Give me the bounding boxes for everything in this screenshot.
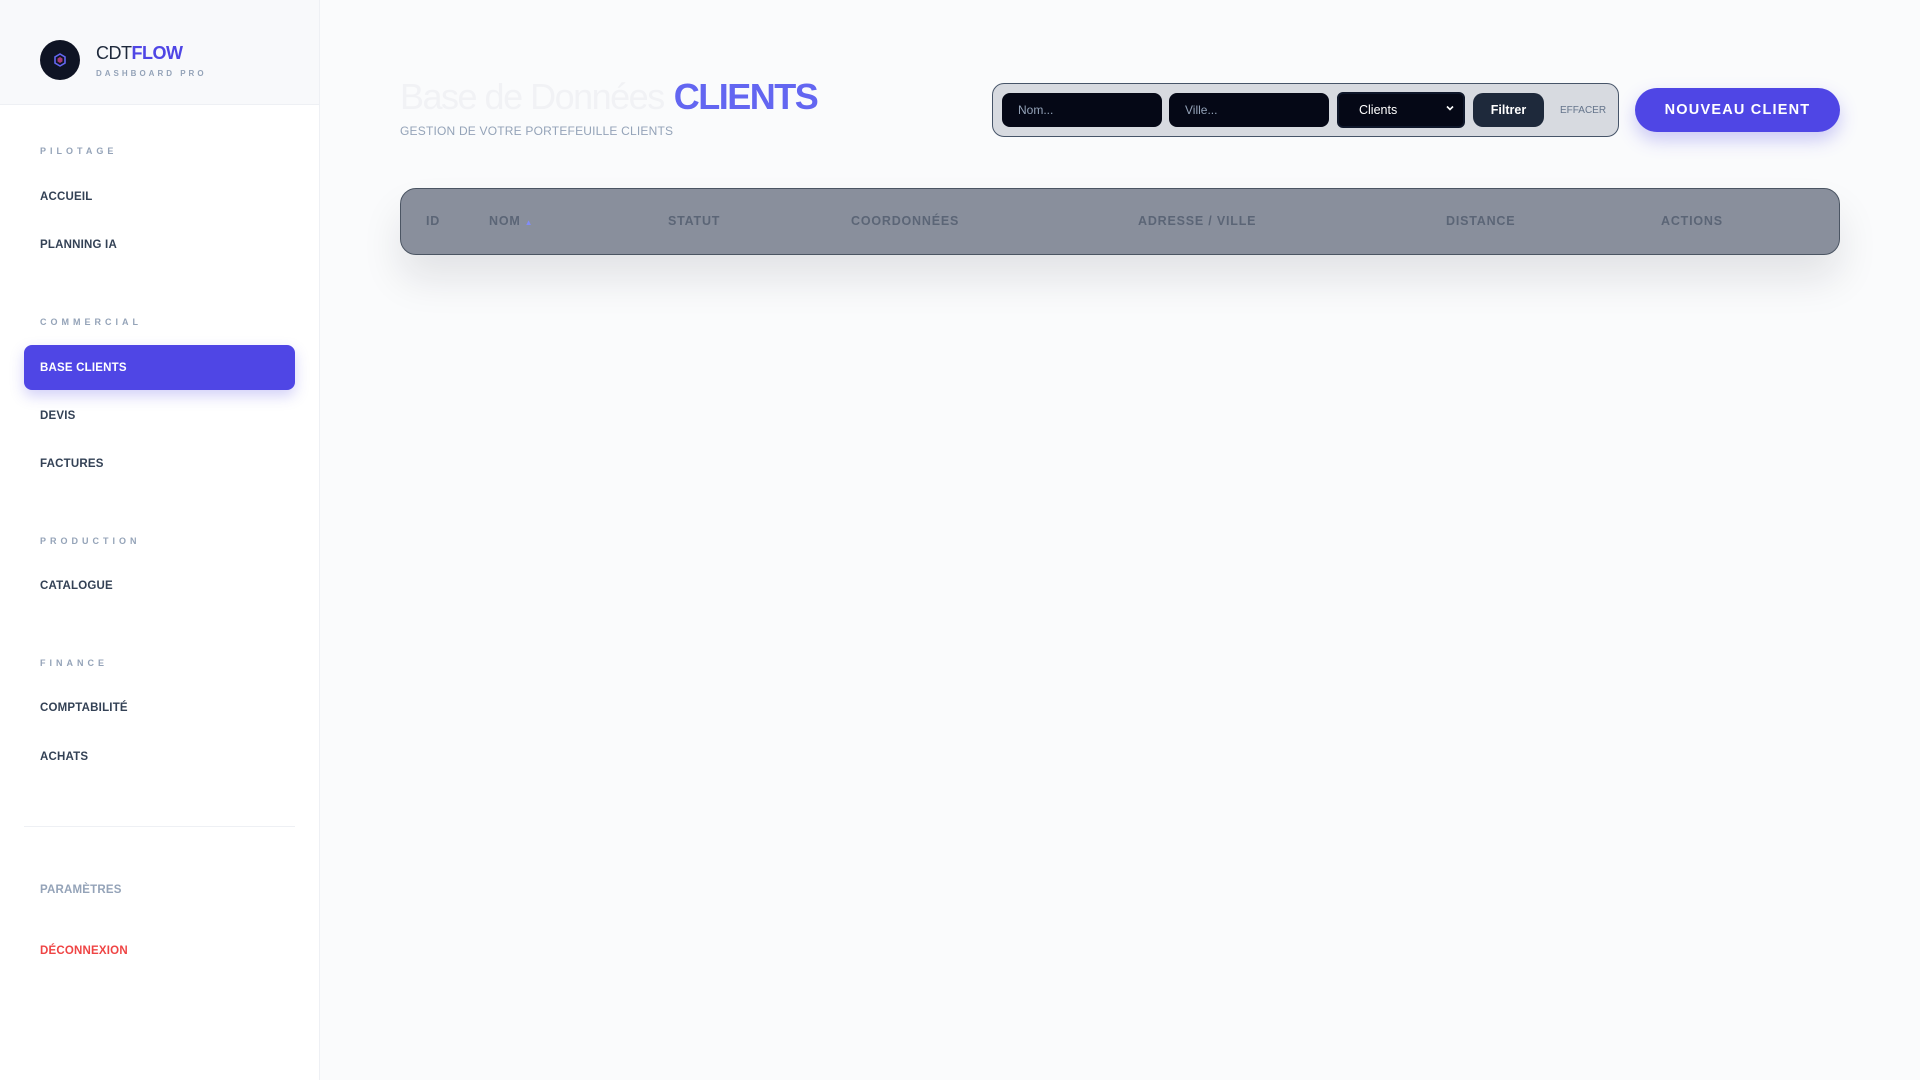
nav-section-pilotage: PILOTAGE bbox=[40, 146, 118, 156]
column-header-adresse-ville[interactable]: ADRESSE / VILLE bbox=[1138, 214, 1256, 228]
page-title-light: Base de Données bbox=[400, 76, 665, 117]
sidebar-item-parametres[interactable]: PARAMÈTRES bbox=[24, 867, 295, 912]
page-title-strong: CLIENTS bbox=[673, 76, 819, 117]
sidebar-item-deconnexion[interactable]: DÉCONNEXION bbox=[24, 928, 295, 973]
filter-bar: Nom... Ville... Clients Filtrer EFFACER bbox=[992, 83, 1619, 137]
sort-ascending-icon: ▲ bbox=[524, 218, 534, 227]
nav-section-production: PRODUCTION bbox=[40, 536, 141, 546]
sidebar-item-factures[interactable]: FACTURES bbox=[24, 441, 295, 486]
sidebar: CDTFLOW DASHBOARD PRO PILOTAGE ACCUEIL P… bbox=[0, 0, 320, 1080]
brand-logo-icon[interactable] bbox=[40, 40, 80, 80]
sidebar-item-accueil[interactable]: ACCUEIL bbox=[24, 174, 295, 219]
clear-filters-button[interactable]: EFFACER bbox=[1555, 93, 1611, 127]
clients-table: ID NOM ▲ STATUT COORDONNÉES ADRESSE / VIL… bbox=[400, 188, 1840, 255]
city-filter-input[interactable]: Ville... bbox=[1169, 93, 1329, 127]
column-header-actions[interactable]: ACTIONS bbox=[1661, 214, 1723, 228]
chevron-down-icon bbox=[1445, 103, 1455, 116]
filter-button[interactable]: Filtrer bbox=[1473, 93, 1544, 127]
page-subtitle: GESTION DE VOTRE PORTEFEUILLE CLIENTS bbox=[400, 124, 674, 138]
sidebar-item-planning-ia[interactable]: PLANNING IA bbox=[24, 222, 295, 267]
sidebar-item-devis[interactable]: DEVIS bbox=[24, 393, 295, 438]
page-title: Base de Données CLIENTS bbox=[400, 76, 819, 118]
column-header-nom-label: NOM bbox=[489, 214, 521, 228]
brand-name: CDTFLOW bbox=[96, 43, 183, 63]
new-client-button[interactable]: NOUVEAU CLIENT bbox=[1635, 88, 1840, 132]
brand-subtitle: DASHBOARD PRO bbox=[96, 69, 207, 78]
type-filter-value: Clients bbox=[1359, 103, 1398, 117]
sidebar-item-base-clients[interactable]: BASE CLIENTS bbox=[24, 345, 295, 390]
column-header-coordonnees[interactable]: COORDONNÉES bbox=[851, 214, 959, 228]
nav-section-commercial: COMMERCIAL bbox=[40, 317, 142, 327]
type-filter-select[interactable]: Clients bbox=[1337, 92, 1465, 128]
column-header-statut[interactable]: STATUT bbox=[668, 214, 720, 228]
name-filter-input[interactable]: Nom... bbox=[1002, 93, 1162, 127]
column-header-distance[interactable]: DISTANCE bbox=[1446, 214, 1515, 228]
column-header-id[interactable]: ID bbox=[426, 214, 440, 228]
sidebar-item-catalogue[interactable]: CATALOGUE bbox=[24, 563, 295, 608]
brand: CDTFLOW DASHBOARD PRO bbox=[0, 0, 319, 105]
sidebar-item-comptabilite[interactable]: COMPTABILITÉ bbox=[24, 685, 295, 730]
sidebar-item-achats[interactable]: ACHATS bbox=[24, 734, 295, 779]
nav-section-finance: FINANCE bbox=[40, 658, 108, 668]
sidebar-divider bbox=[24, 826, 295, 827]
column-header-nom[interactable]: NOM ▲ bbox=[489, 214, 533, 228]
